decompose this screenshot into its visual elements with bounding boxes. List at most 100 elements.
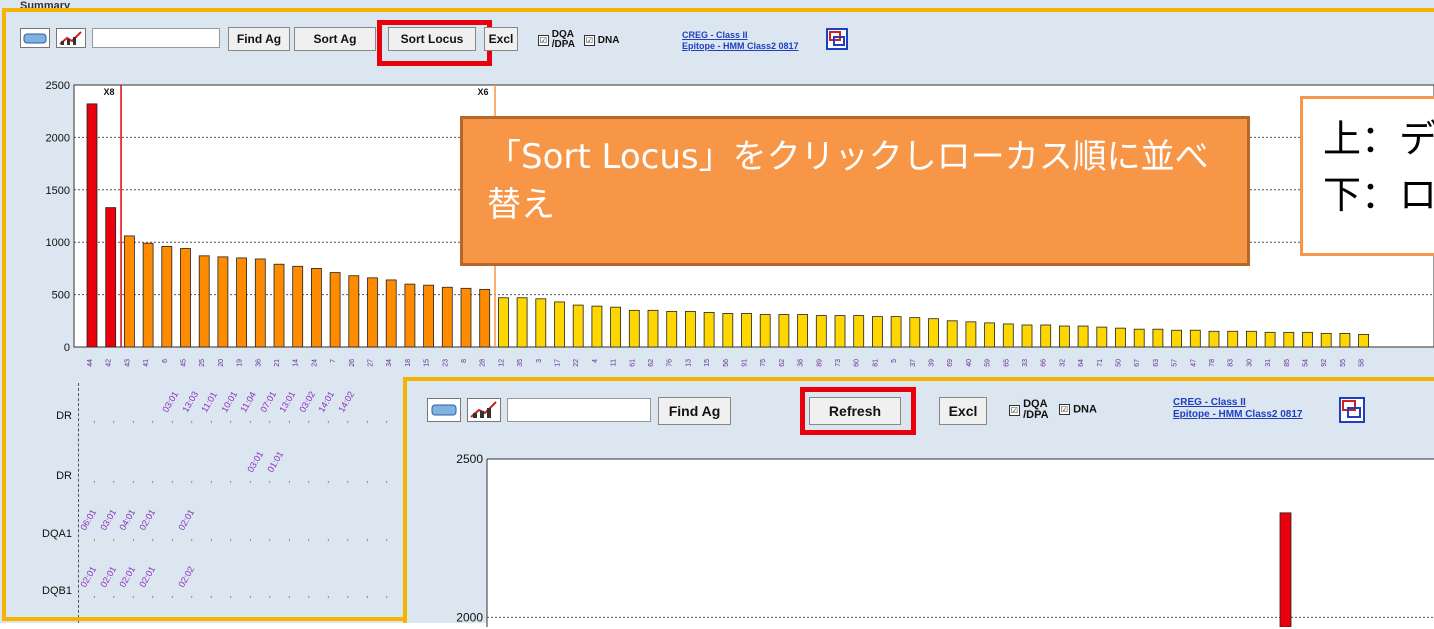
locus-tick: , [346,532,350,542]
dna-checkbox[interactable]: ☑ DNA [584,35,619,46]
bar [124,235,135,348]
locus-tick: , [151,532,155,542]
allele-label: 13:03 [179,389,200,414]
allele-label: 02:01 [175,507,196,532]
x-tick-label: 19 [237,359,244,367]
bar [441,286,453,348]
excl-button-bottom[interactable]: Excl [939,397,987,425]
x-tick-label: 36 [255,359,262,367]
bar [292,265,304,348]
x-tick-label: 30 [1246,359,1253,367]
x-tick-label: 13 [685,359,692,367]
legend-callout-line2: 下：ロ [1323,173,1434,217]
locus-tick: , [366,589,369,599]
trend-chart-icon[interactable] [56,28,86,48]
bar [778,314,790,348]
group-marker-label: X8 [104,87,115,97]
locus-tick: , [93,474,96,484]
find-ag-button-bottom[interactable]: Find Ag [658,397,731,425]
allele-label: 07:01 [257,389,278,414]
dna-label-bottom: DNA [1073,403,1097,416]
bar [1077,325,1089,348]
trend-chart-icon-graphic [59,31,82,45]
x-tick-label: 15 [424,359,431,367]
allele-label: 02:01 [136,507,157,532]
bar [1040,324,1052,348]
dqa-checkbox-bottom[interactable]: ☑ DQA /DPA [1009,399,1049,421]
locus-tick: , [327,474,330,484]
locus-area: ,,,,,,,,,,,,,,,, 03:01 13:03 11:01 10:01 11:0… [0,383,410,623]
window-toggle-icon-bottom[interactable] [1339,397,1365,423]
creg-link-line2: Epitope - HMM Class2 0817 [682,41,799,51]
bar [1279,512,1292,627]
locus-tick: , [112,532,116,542]
locus-tick: , [249,474,252,484]
y-tick-label: 500 [52,290,70,302]
antibody-icon-bottom[interactable] [427,398,461,422]
antibody-icon[interactable] [20,28,50,48]
x-tick-label: 81 [872,359,879,367]
y-tick-label: 1500 [46,185,70,197]
locus-tick: , [210,589,213,599]
bar [254,258,266,348]
x-tick-label: 43 [124,359,131,367]
y-tick-label: 2000 [456,610,483,624]
x-tick-label: 8 [461,359,468,363]
dna-label: DNA [597,35,620,47]
y-tick-label: 0 [64,342,70,354]
creg-link-bottom[interactable]: CREG - Class II Epitope - HMM Class2 081… [1173,397,1302,421]
window-toggle-icon[interactable] [826,28,848,50]
x-tick-label: 92 [1321,359,1328,367]
x-tick-label: 40 [966,359,973,367]
bar [572,304,584,348]
locus-tick: , [210,474,213,484]
antibody-icon-bottom-graphic [431,404,457,416]
locus-tick: , [385,474,389,484]
locus-tick: , [307,474,311,484]
x-tick-label: 60 [854,359,861,367]
bar [1021,324,1033,348]
search-input[interactable] [92,28,220,48]
search-input-bottom[interactable] [507,398,651,422]
bar [815,315,827,348]
locus-tick: , [385,532,389,542]
locus-tick: , [249,532,252,542]
locus-tick: , [307,589,311,599]
find-ag-button[interactable]: Find Ag [228,27,290,51]
bar [404,283,416,348]
x-tick-label: 83 [1228,359,1235,367]
x-tick-label: 22 [573,359,580,367]
bar [479,288,491,348]
bar [909,317,921,348]
x-tick-label: 50 [1116,359,1123,367]
dqa-checkbox[interactable]: ☑ DQA /DPA [538,30,575,50]
dna-checkbox-bottom[interactable]: ☑ DNA [1059,404,1097,415]
locus-label: DQB1 [42,585,72,597]
creg-link-line1: CREG - Class II [682,30,748,40]
locus-tick: , [190,532,194,542]
x-tick-label: 71 [1097,359,1104,367]
bar [1264,331,1276,348]
x-tick-label: 20 [218,359,225,367]
allele-label: 02:02 [175,564,196,589]
x-tick-label: 73 [835,359,842,367]
creg-link[interactable]: CREG - Class II Epitope - HMM Class2 081… [682,30,799,52]
locus-tick: , [171,589,174,599]
dpa-label: /DPA [551,39,575,50]
allele-label: 06:01 [78,507,99,532]
x-tick-label: 33 [1022,359,1029,367]
sort-ag-button[interactable]: Sort Ag [294,27,376,51]
x-tick-label: 7 [330,359,337,363]
x-tick-label: 62 [648,359,655,367]
locus-tick: , [327,414,330,424]
trend-chart-icon-bottom[interactable] [467,398,501,422]
bar [685,310,696,348]
x-tick-label: 11 [611,359,618,366]
excl-button[interactable]: Excl [484,27,518,51]
bar [890,316,902,348]
legend-callout-line1: 上：デ [1323,117,1434,161]
x-tick-label: 54 [1303,359,1310,367]
x-tick-label: 76 [667,359,674,367]
bar [741,313,752,348]
allele-label: 14:02 [335,389,356,414]
